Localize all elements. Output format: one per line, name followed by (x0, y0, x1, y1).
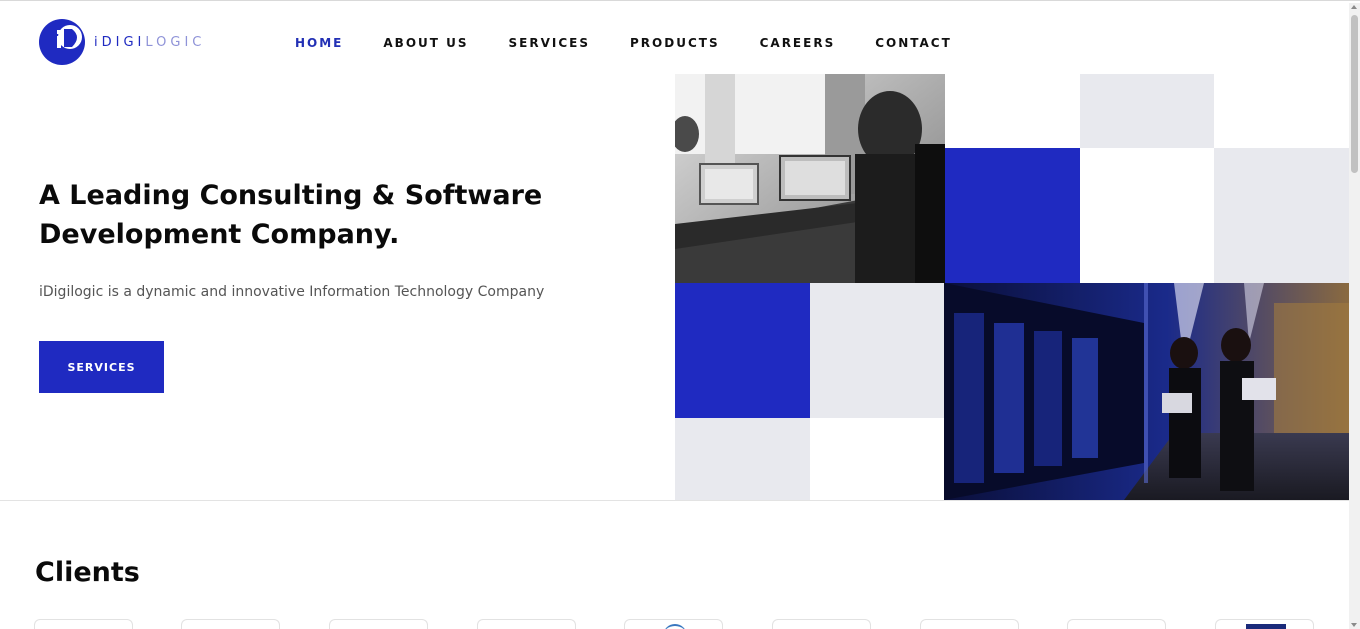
services-cta-button[interactable]: SERVICES (39, 341, 164, 393)
client-logo-card[interactable] (772, 619, 871, 629)
mosaic-blue-tile-2 (675, 283, 810, 418)
logo-mark-icon (39, 19, 85, 65)
client-logo-card[interactable] (1215, 619, 1314, 629)
logo-text-suffix: LOGIC (145, 34, 206, 50)
mosaic-gray-tile-4 (675, 418, 810, 500)
site-logo[interactable]: iDIGILOGIC (38, 17, 205, 67)
mosaic-gray-tile-2 (1214, 148, 1349, 283)
logo-text-prefix: iDIGI (94, 34, 146, 50)
client-logo-card[interactable] (920, 619, 1019, 629)
main-nav: HOME ABOUT US SERVICES PRODUCTS CAREERS … (295, 36, 992, 50)
datacenter-photo-illustration (944, 283, 1349, 500)
client-logo-globe-icon (663, 624, 687, 629)
client-logo-card[interactable] (329, 619, 428, 629)
hero-title-line2: Development Company. (39, 219, 400, 250)
browser-top-border (0, 0, 1360, 3)
mosaic-gray-tile-3 (810, 283, 944, 418)
nav-about-us[interactable]: ABOUT US (383, 36, 468, 50)
hero-subtitle: iDigilogic is a dynamic and innovative I… (39, 284, 545, 300)
client-logo-card[interactable] (477, 619, 576, 629)
nav-products[interactable]: PRODUCTS (630, 36, 720, 50)
client-logo-card[interactable] (624, 619, 723, 629)
client-logo-flag-icon (1246, 624, 1286, 629)
logo-wordmark: iDIGILOGIC (94, 35, 205, 50)
hero-photo-office (675, 74, 945, 283)
nav-home[interactable]: HOME (295, 36, 343, 50)
mosaic-gray-tile-1 (1080, 74, 1214, 148)
client-logo-card[interactable] (1067, 619, 1166, 629)
nav-contact[interactable]: CONTACT (875, 36, 952, 50)
clients-heading: Clients (35, 557, 140, 588)
hero-title: A Leading Consulting & Software Developm… (39, 176, 639, 254)
scroll-down-arrow-icon[interactable] (1351, 623, 1357, 627)
nav-careers[interactable]: CAREERS (760, 36, 836, 50)
nav-services[interactable]: SERVICES (509, 36, 590, 50)
page-scrollbar[interactable] (1349, 3, 1360, 629)
hero-photo-datacenter (944, 283, 1349, 500)
client-logo-card[interactable] (34, 619, 133, 629)
client-logo-card[interactable] (181, 619, 280, 629)
scroll-up-arrow-icon[interactable] (1351, 5, 1357, 9)
scrollbar-thumb[interactable] (1351, 15, 1358, 173)
section-divider (0, 500, 1360, 501)
hero-title-line1: A Leading Consulting & Software (39, 180, 543, 211)
mosaic-blue-tile-1 (945, 148, 1080, 283)
office-photo-illustration (675, 74, 945, 283)
